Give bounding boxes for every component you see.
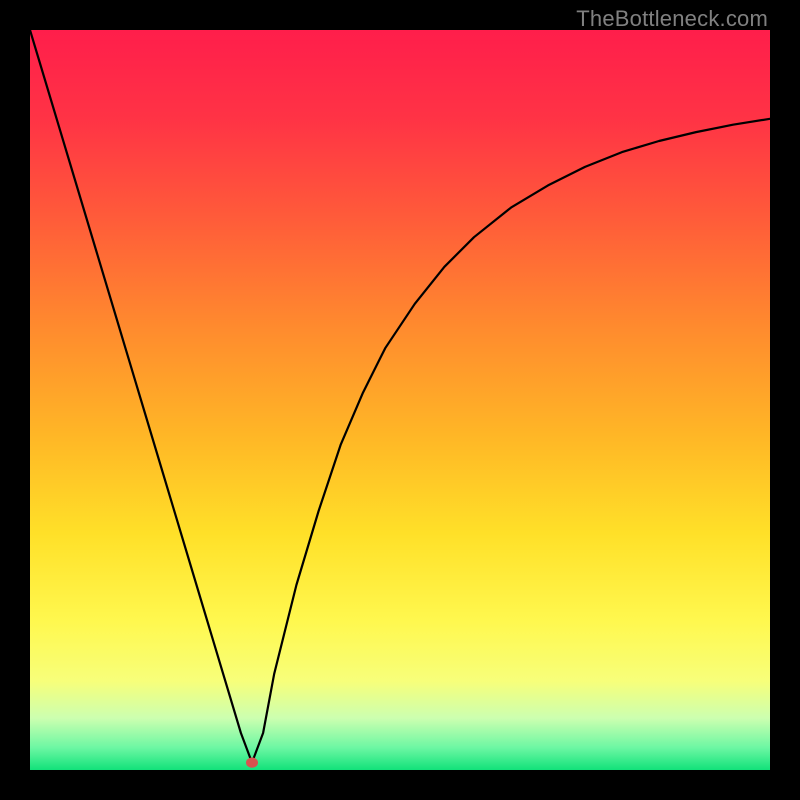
watermark-text: TheBottleneck.com: [576, 6, 768, 32]
plot-area: [30, 30, 770, 770]
curve-path: [30, 30, 770, 763]
chart-frame: TheBottleneck.com: [0, 0, 800, 800]
minimum-marker: [246, 758, 258, 768]
bottleneck-curve: [30, 30, 770, 770]
